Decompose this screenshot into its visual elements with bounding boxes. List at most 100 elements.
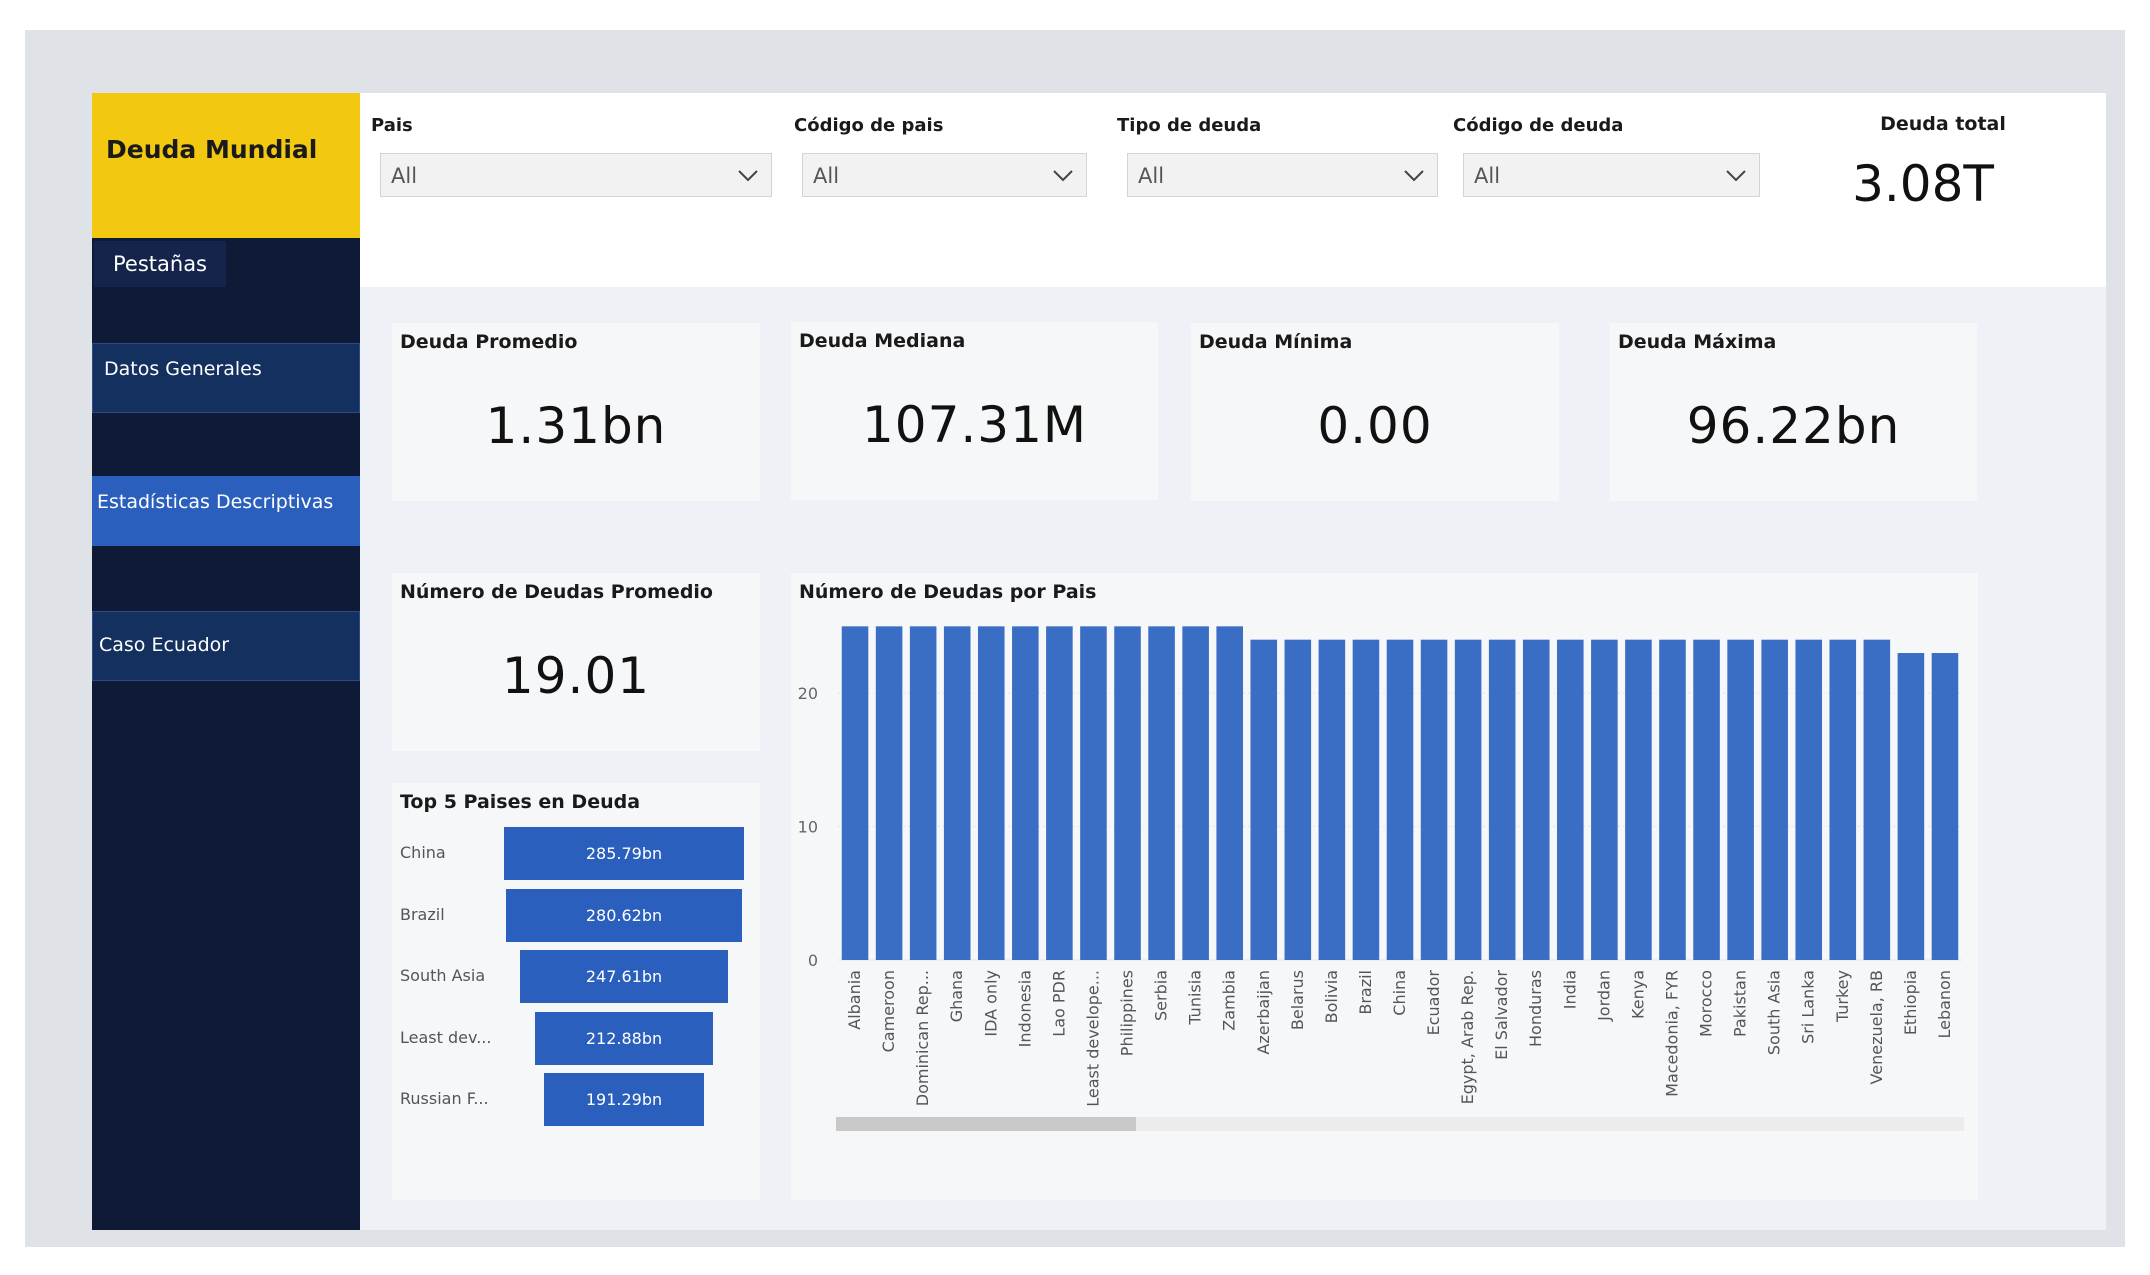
funnel-bar[interactable]: 212.88bn xyxy=(534,1011,714,1065)
x-tick-label: Venezuela, RB xyxy=(1867,970,1886,1084)
chart-bar[interactable] xyxy=(841,626,869,960)
filter-select-tipo-deuda[interactable]: All xyxy=(1127,153,1438,197)
kpi-label: Número de Deudas Promedio xyxy=(400,581,713,603)
nav-caso-ecuador[interactable]: Caso Ecuador xyxy=(92,611,360,681)
chart-bar[interactable] xyxy=(1625,639,1652,960)
kpi-label: Deuda Promedio xyxy=(400,331,578,353)
x-tick-label: El Salvador xyxy=(1492,970,1511,1060)
nav-label: Caso Ecuador xyxy=(99,634,230,656)
filter-select-codigo-deuda[interactable]: All xyxy=(1463,153,1760,197)
chart-bar[interactable] xyxy=(1522,639,1550,960)
kpi-card-minima: Deuda Mínima 0.00 xyxy=(1191,323,1559,501)
kpi-label: Deuda Mínima xyxy=(1199,331,1353,353)
chevron-down-icon xyxy=(1053,170,1073,182)
top5-funnel-card: Top 5 Paises en Deuda China 285.79bn Brazi… xyxy=(392,783,760,1200)
filter-label-codigo-pais: Código de pais xyxy=(794,115,944,136)
total-debt-value: 3.08T xyxy=(1852,155,1994,213)
chart-bar[interactable] xyxy=(1250,639,1278,960)
x-tick-label: Tunisia xyxy=(1186,970,1205,1026)
funnel-row-label: Russian F... xyxy=(400,1089,489,1108)
x-tick-label: Egypt, Arab Rep. xyxy=(1458,970,1477,1104)
chart-bar[interactable] xyxy=(1420,639,1448,960)
x-tick-label: Zambia xyxy=(1220,970,1239,1031)
funnel-bar[interactable]: 247.61bn xyxy=(520,950,728,1003)
chart-bar[interactable] xyxy=(1012,626,1039,960)
kpi-label: Deuda Mediana xyxy=(799,330,966,352)
kpi-value: 0.00 xyxy=(1317,397,1433,455)
chart-bar[interactable] xyxy=(1795,639,1823,960)
filter-label-tipo-deuda: Tipo de deuda xyxy=(1117,115,1262,136)
funnel-bar[interactable]: 280.62bn xyxy=(506,888,742,942)
horizontal-scrollbar-thumb[interactable] xyxy=(836,1117,1136,1131)
x-tick-label: Indonesia xyxy=(1015,970,1034,1047)
chart-bar[interactable] xyxy=(1591,639,1618,960)
chart-bar[interactable] xyxy=(1352,639,1380,960)
kpi-card-maxima: Deuda Máxima 96.22bn xyxy=(1610,323,1977,501)
chart-bar[interactable] xyxy=(1829,639,1857,960)
x-tick-label: Macedonia, FYR xyxy=(1662,970,1681,1097)
x-tick-label: Honduras xyxy=(1526,970,1545,1047)
filter-label-codigo-deuda: Código de deuda xyxy=(1453,115,1624,136)
chart-bar[interactable] xyxy=(1488,639,1516,960)
chart-bar[interactable] xyxy=(1114,626,1141,960)
x-tick-label: Pakistan xyxy=(1731,970,1750,1037)
chart-bar[interactable] xyxy=(1386,639,1414,960)
chart-bar[interactable] xyxy=(1931,653,1959,960)
chart-bar[interactable] xyxy=(1080,626,1107,960)
chart-bar[interactable] xyxy=(943,626,971,960)
nav-label: Datos Generales xyxy=(104,358,262,380)
filter-value: All xyxy=(1474,164,1501,188)
kpi-value: 1.31bn xyxy=(485,397,667,455)
x-tick-label: IDA only xyxy=(981,970,1000,1037)
x-tick-label: Jordan xyxy=(1594,970,1613,1022)
chevron-down-icon xyxy=(1726,170,1746,182)
kpi-card-numero-promedio: Número de Deudas Promedio 19.01 xyxy=(392,573,760,751)
x-tick-label: Dominican Rep... xyxy=(913,970,932,1106)
x-tick-label: Albania xyxy=(845,970,864,1030)
x-tick-label: Lebanon xyxy=(1935,970,1954,1039)
chart-bar[interactable] xyxy=(909,626,937,960)
chart-bar[interactable] xyxy=(1659,639,1686,960)
chart-bar[interactable] xyxy=(1182,626,1209,960)
x-tick-label: South Asia xyxy=(1765,970,1784,1055)
funnel-row-label: South Asia xyxy=(400,966,486,985)
y-tick-label: 20 xyxy=(798,684,818,703)
chart-bar[interactable] xyxy=(1216,626,1243,960)
chart-bar[interactable] xyxy=(977,626,1005,960)
chart-bar[interactable] xyxy=(1148,626,1175,960)
chart-bar[interactable] xyxy=(1897,653,1925,960)
funnel-bar[interactable]: 191.29bn xyxy=(543,1073,705,1126)
report-frame: Deuda Mundial Pestañas Datos Generales E… xyxy=(25,30,2125,1247)
funnel-row-label: Least dev... xyxy=(400,1027,492,1047)
funnel-bar[interactable]: 285.79bn xyxy=(504,827,744,880)
filter-select-codigo-pais[interactable]: All xyxy=(802,153,1087,197)
chart-bar[interactable] xyxy=(1318,639,1346,960)
x-tick-label: Bolivia xyxy=(1322,970,1341,1023)
chart-bar[interactable] xyxy=(1454,639,1482,960)
report-canvas: Deuda Mundial Pestañas Datos Generales E… xyxy=(92,93,2106,1230)
x-tick-label: India xyxy=(1560,970,1579,1009)
kpi-value: 107.31M xyxy=(861,396,1088,454)
x-tick-label: Philippines xyxy=(1118,970,1137,1056)
kpi-card-promedio: Deuda Promedio 1.31bn xyxy=(392,323,760,501)
report-title: Deuda Mundial xyxy=(106,135,318,164)
chart-bar[interactable] xyxy=(1693,639,1720,960)
chart-bar[interactable] xyxy=(1046,626,1073,960)
chart-bar[interactable] xyxy=(1557,639,1584,960)
filter-select-pais[interactable]: All xyxy=(380,153,772,197)
filter-label-pais: Pais xyxy=(371,115,413,136)
chart-bar[interactable] xyxy=(1727,639,1754,960)
nav-datos-generales[interactable]: Datos Generales xyxy=(92,343,360,413)
x-tick-label: Ghana xyxy=(947,970,966,1022)
chart-bar[interactable] xyxy=(1284,639,1312,960)
x-tick-label: Belarus xyxy=(1288,970,1307,1030)
nav-estadisticas-descriptivas[interactable]: Estadísticas Descriptivas xyxy=(92,476,360,546)
chart-bar[interactable] xyxy=(1863,639,1891,960)
bar-chart: 0 10 20 Albania Cameroon Dominican Rep... Ghan… xyxy=(798,626,1964,1131)
total-debt-label: Deuda total xyxy=(1880,113,2006,135)
chart-bar[interactable] xyxy=(1761,639,1788,960)
tabs-label: Pestañas xyxy=(94,241,226,287)
x-tick-label: Cameroon xyxy=(879,970,898,1052)
chart-bar[interactable] xyxy=(875,626,903,960)
kpi-value: 96.22bn xyxy=(1686,397,1901,455)
